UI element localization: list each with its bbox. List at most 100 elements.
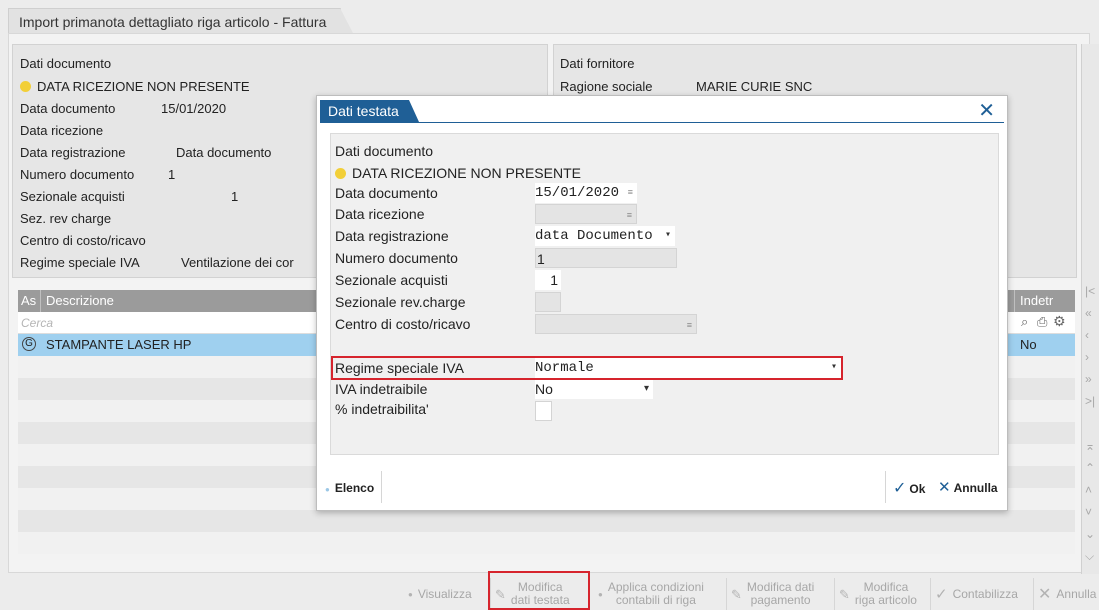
iva-indetraibile-select[interactable]: No ▾ <box>535 379 653 399</box>
column-indetr[interactable]: Indetr <box>1020 293 1053 308</box>
scroll-up-fast-icon[interactable]: ⌃ <box>1085 461 1095 475</box>
prev-fast-icon[interactable]: « <box>1085 306 1092 320</box>
footer-divider <box>381 471 382 503</box>
modifica-testata-highlight <box>488 571 590 610</box>
label-data-registrazione: Data registrazione <box>335 228 449 244</box>
contabilizza-label: Contabilizza <box>952 586 1018 601</box>
applica-condizioni-line1: Applica condizioni <box>607 580 704 594</box>
label-centro-costo: Centro di costo/ricavo <box>335 316 471 332</box>
scroll-down-fast-icon[interactable]: ⌄ <box>1085 527 1095 541</box>
row-indetr: No <box>1020 337 1037 352</box>
close-icon: ✕ <box>1038 585 1052 603</box>
lookup-icon: ≡ <box>686 320 692 330</box>
elenco-button[interactable]: ● Elenco <box>325 481 374 495</box>
scroll-down-icon[interactable]: ˅ <box>1085 505 1092 519</box>
gear-icon[interactable]: ⚙ <box>1053 313 1066 330</box>
doc-label-regime-speciale: Regime speciale IVA <box>20 255 140 270</box>
first-page-icon[interactable]: |< <box>1085 284 1095 298</box>
check-icon: ✓ <box>893 480 907 497</box>
close-icon[interactable]: ✕ <box>978 98 995 123</box>
label-perc-indetraibilita: % indetraibilita' <box>335 401 429 417</box>
modifica-pagamento-line2: pagamento <box>750 593 811 607</box>
modifica-pagamento-line1: Modifica dati <box>746 580 815 594</box>
applica-condizioni-button[interactable]: ● Applica condizioni contabili di riga <box>594 578 722 610</box>
chevron-down-icon: ▾ <box>664 230 671 241</box>
dialog-body: Dati documento DATA RICEZIONE NON PRESEN… <box>330 133 999 455</box>
annulla-toolbar-label: Annulla <box>1056 586 1097 601</box>
column-descrizione[interactable]: Descrizione <box>46 293 114 308</box>
perc-indetraibilita-field[interactable] <box>535 401 552 421</box>
print-icon[interactable]: ⎙ <box>1037 314 1047 330</box>
annulla-button[interactable]: ✕ Annulla <box>938 478 998 496</box>
scroll-bottom-icon[interactable]: ⌵ <box>1085 549 1094 564</box>
check-icon: ✓ <box>935 585 948 603</box>
dialog-warning-text: DATA RICEZIONE NON PRESENTE <box>352 165 581 181</box>
sezionale-acquisti-field[interactable]: 1 <box>535 270 561 290</box>
data-documento-field[interactable]: 15/01/2020 ≡ <box>535 183 637 203</box>
doc-label-data-ricezione: Data ricezione <box>20 123 104 138</box>
applica-condizioni-line2: contabili di riga <box>615 593 696 607</box>
dialog-footer: ● Elenco ✓ Ok ✕ Annulla <box>317 469 1007 511</box>
bullet-icon: ● <box>325 485 330 494</box>
doc-value-numero-documento: 1 <box>168 167 176 182</box>
sezionale-acquisti-value: 1 <box>550 272 558 288</box>
data-registrazione-select[interactable]: data Documento ▾ <box>535 226 675 246</box>
doc-label-data-documento: Data documento <box>20 101 116 116</box>
scroll-up-icon[interactable]: ˄ <box>1085 483 1092 497</box>
last-page-icon[interactable]: >| <box>1085 394 1095 408</box>
row-type-letter: G <box>25 338 33 349</box>
table-row-empty[interactable] <box>18 510 1075 532</box>
warning-dot-icon <box>20 81 31 92</box>
doc-value-sezionale-acquisti: 1 <box>231 189 239 204</box>
ok-button[interactable]: ✓ Ok <box>893 478 925 498</box>
data-ricezione-field[interactable]: ≡ <box>535 204 637 224</box>
document-warning: DATA RICEZIONE NON PRESENTE <box>20 79 250 94</box>
dialog-title-tab: Dati testata <box>320 100 419 122</box>
sezionale-rev-charge-field[interactable] <box>535 292 561 312</box>
dialog-tab-underline <box>320 122 1004 123</box>
contabilizza-button[interactable]: ✓ Contabilizza <box>930 578 1030 610</box>
dati-testata-dialog: Dati testata ✕ Dati documento DATA RICEZ… <box>316 95 1008 511</box>
supplier-label-ragione-sociale: Ragione sociale <box>560 79 653 94</box>
prev-icon[interactable]: ‹ <box>1085 328 1089 342</box>
column-as[interactable]: As <box>21 293 36 308</box>
doc-label-numero-documento: Numero documento <box>20 167 135 182</box>
label-iva-indetraibile: IVA indetraibile <box>335 381 428 397</box>
paperclip-icon: ✎ <box>839 586 850 602</box>
data-documento-value: 15/01/2020 <box>535 185 620 201</box>
footer-divider <box>885 471 886 503</box>
document-panel-title: Dati documento <box>20 56 112 71</box>
search-icon[interactable]: ⌕ <box>1021 314 1028 330</box>
modifica-riga-articolo-button[interactable]: ✎ Modifica riga articolo <box>834 578 928 610</box>
iva-indetraibile-value: No <box>535 381 553 397</box>
label-sezionale-acquisti: Sezionale acquisti <box>335 272 448 288</box>
modifica-dati-pagamento-button[interactable]: ✎ Modifica dati pagamento <box>726 578 830 610</box>
doc-label-sez-rev-charge: Sez. rev charge <box>20 211 112 226</box>
ok-label: Ok <box>909 482 926 496</box>
bullet-icon: ● <box>598 589 603 599</box>
label-sezionale-rev-charge: Sezionale rev.charge <box>335 294 466 310</box>
scroll-top-icon[interactable]: ⌅ <box>1085 439 1095 453</box>
annulla-toolbar-button[interactable]: ✕ Annulla <box>1033 578 1099 610</box>
modifica-articolo-line1: Modifica <box>863 580 909 594</box>
supplier-panel-title: Dati fornitore <box>560 56 635 71</box>
numero-documento-field[interactable]: 1 <box>535 248 677 268</box>
next-fast-icon[interactable]: » <box>1085 372 1092 386</box>
centro-costo-field[interactable]: ≡ <box>535 314 697 334</box>
label-data-documento: Data documento <box>335 185 438 201</box>
supplier-value-ragione-sociale: MARIE CURIE SNC <box>696 79 813 94</box>
calendar-icon: ≡ <box>627 188 633 198</box>
window-title-tab: Import primanota dettagliato riga artico… <box>8 8 355 35</box>
column-divider <box>1014 290 1015 312</box>
dialog-warning: DATA RICEZIONE NON PRESENTE <box>335 165 581 181</box>
table-row-empty[interactable] <box>18 532 1075 554</box>
warning-dot-icon <box>335 168 346 179</box>
modifica-articolo-line2: riga articolo <box>854 593 917 607</box>
grid-search-input[interactable]: Cerca <box>21 316 53 330</box>
next-icon[interactable]: › <box>1085 350 1089 364</box>
paperclip-icon: ✎ <box>731 586 742 602</box>
label-numero-documento: Numero documento <box>335 250 458 266</box>
visualizza-button[interactable]: ● Visualizza <box>404 578 486 610</box>
document-warning-text: DATA RICEZIONE NON PRESENTE <box>37 79 250 94</box>
regime-speciale-highlight <box>331 356 843 380</box>
